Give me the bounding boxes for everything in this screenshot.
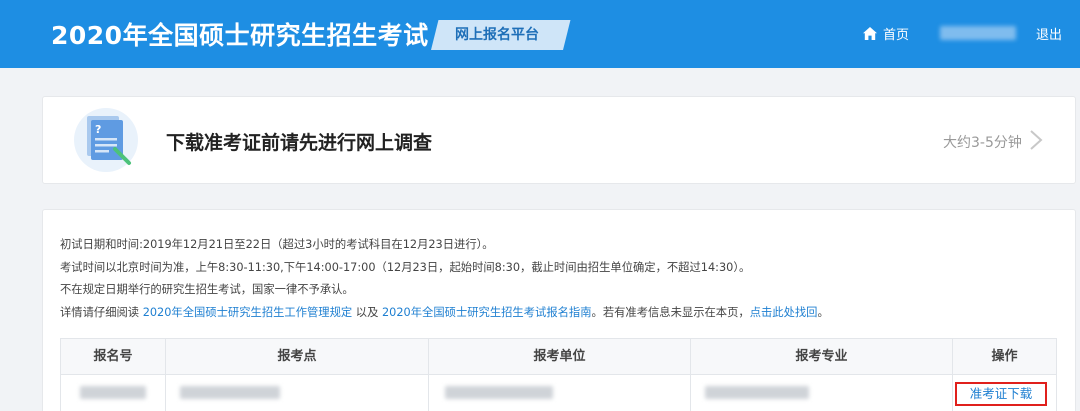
notice-line-3: 不在规定日期举行的研究生招生考试，国家一律不予承认。 xyxy=(60,283,354,297)
notice-line-4-and: 以及 xyxy=(355,305,379,319)
logout-link[interactable]: 退出 xyxy=(1036,24,1062,43)
col-header-registration-no: 报名号 xyxy=(93,349,133,364)
notice-line-2: 考试时间以北京时间为准，上午8:30-11:30,下午14:00-17:00（1… xyxy=(60,260,751,274)
survey-title: 下载准考证前请先进行网上调查 xyxy=(166,132,433,154)
survey-card[interactable]: ? 下载准考证前请先进行网上调查 大约3-5分钟 xyxy=(42,96,1076,184)
platform-badge-label: 网上报名平台 xyxy=(455,27,539,43)
rules-link[interactable]: 2020年全国硕士研究生招生工作管理规定 xyxy=(143,306,353,319)
notice-line-4: 详情请仔细阅读 2020年全国硕士研究生招生工作管理规定 以及 2020年全国硕… xyxy=(60,302,829,325)
recover-link[interactable]: 点击此处找回 xyxy=(750,306,818,319)
cell-exam-site-redacted xyxy=(180,386,280,399)
cell-registration-no-redacted xyxy=(80,386,146,399)
site-title: 2020年全国硕士研究生招生考试 xyxy=(51,21,429,50)
admission-ticket-download-link[interactable]: 准考证下载 xyxy=(955,382,1047,406)
home-link[interactable]: 首页 xyxy=(863,22,909,44)
notice-line-1: 初试日期和时间:2019年12月21日至22日（超过3小时的考试科目在12月23… xyxy=(60,238,494,251)
col-header-exam-site: 报考点 xyxy=(277,349,317,364)
home-icon xyxy=(863,26,877,40)
column-divider xyxy=(690,339,691,411)
svg-text:?: ? xyxy=(95,123,101,136)
col-header-major: 报考专业 xyxy=(795,349,848,364)
col-header-institution: 报考单位 xyxy=(533,349,586,364)
home-link-label: 首页 xyxy=(883,27,910,43)
guide-link[interactable]: 2020年全国硕士研究生招生考试报名指南 xyxy=(382,306,592,319)
notice-line-4-prefix: 详情请仔细阅读 xyxy=(60,305,140,319)
cell-major-redacted xyxy=(705,386,809,399)
user-name-redacted xyxy=(940,26,1016,40)
exam-notice: 初试日期和时间:2019年12月21日至22日（超过3小时的考试科目在12月23… xyxy=(60,234,829,324)
survey-duration: 大约3-5分钟 xyxy=(943,135,1022,151)
chevron-right-icon[interactable] xyxy=(1028,129,1044,151)
column-divider xyxy=(428,339,429,411)
column-divider xyxy=(165,339,166,411)
cell-institution-redacted xyxy=(445,386,553,399)
notice-line-4-mid: 。若有准考信息未显示在本页， xyxy=(591,305,750,319)
notice-line-4-end: 。 xyxy=(817,305,829,319)
col-header-action: 操作 xyxy=(991,349,1018,364)
platform-badge: 网上报名平台 xyxy=(431,20,571,50)
survey-document-icon: ? xyxy=(74,108,138,172)
top-header: 2020年全国硕士研究生招生考试 网上报名平台 首页 退出 xyxy=(0,0,1080,68)
column-divider xyxy=(952,339,953,411)
